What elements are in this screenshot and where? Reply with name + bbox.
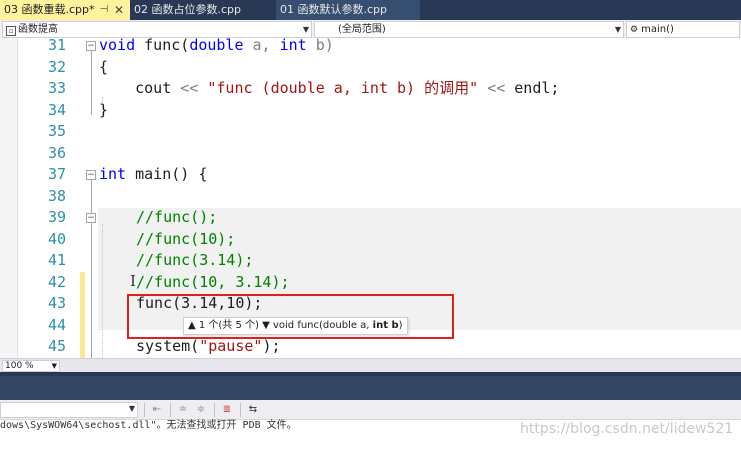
code-line: 45 system("pause");	[0, 336, 741, 358]
toolbar-separator	[170, 403, 171, 417]
line-number: 43	[47, 294, 66, 312]
go-previous-icon[interactable]: ≐	[176, 403, 190, 417]
line-number: 45	[47, 337, 66, 355]
line-number: 39	[47, 208, 66, 226]
tab-placeholder-params[interactable]: 02 函数占位参数.cpp	[130, 0, 272, 20]
annotation-highlight-box	[127, 294, 454, 339]
line-code: void func(double a, int b)	[99, 38, 334, 54]
code-line: 41 //func(3.14);	[0, 250, 741, 272]
text-cursor-icon: I	[130, 272, 136, 290]
code-line: 37 int main() {	[0, 164, 741, 186]
line-code: cout << "func (double a, int b) 的调用" << …	[99, 79, 560, 97]
output-panel-titlebar	[0, 372, 741, 400]
code-editor[interactable]: − − − 31 void func(double a, int b) 32 {…	[0, 38, 741, 358]
line-code: system("pause");	[136, 337, 281, 355]
function-icon: ⚙	[630, 25, 639, 35]
line-code: //func(3.14);	[136, 251, 254, 269]
line-code: {	[99, 57, 109, 76]
line-number: 34	[47, 100, 66, 119]
line-code: //func(10, 3.14);	[136, 272, 290, 291]
editor-status-strip: 100 % ▼	[0, 358, 741, 372]
project-label: 函数提高	[18, 24, 58, 35]
tab-default-params[interactable]: 01 函数默认参数.cpp	[276, 0, 420, 20]
chevron-down-icon: ▼	[302, 25, 309, 34]
code-line: 42 //func(10, 3.14);	[0, 272, 741, 294]
scope-dropdown[interactable]: (全局范围) ▼	[314, 21, 624, 38]
code-line: 38	[0, 186, 741, 208]
output-line: dows\SysWOW64\sechost.dll"。无法查找或打开 PDB 文…	[0, 420, 297, 431]
clear-all-icon[interactable]: ≣	[220, 403, 234, 417]
code-line: 39 //func();	[0, 207, 741, 229]
line-code: //func(10);	[136, 229, 236, 248]
scope-label: (全局范围)	[338, 24, 386, 35]
find-previous-icon[interactable]: ⇤	[150, 403, 164, 417]
code-line: 35	[0, 121, 741, 143]
output-text-area[interactable]: dows\SysWOW64\sechost.dll"。无法查找或打开 PDB 文…	[0, 420, 741, 450]
member-label: main()	[641, 24, 674, 35]
code-line: 40 //func(10);	[0, 229, 741, 251]
pin-icon[interactable]: ⊣	[97, 0, 111, 20]
project-icon: ▫	[6, 26, 16, 36]
tab-label: 03 函数重载.cpp*	[4, 3, 95, 16]
line-number: 42	[47, 272, 66, 291]
line-number: 36	[47, 143, 66, 162]
line-number: 32	[47, 57, 66, 76]
line-number: 38	[47, 186, 66, 205]
watermark-text: https://blog.csdn.net/lidew521	[520, 421, 734, 437]
code-line: 36	[0, 143, 741, 165]
line-code: //func();	[136, 208, 218, 226]
tab-label: 02 函数占位参数.cpp	[134, 3, 242, 16]
toolbar-separator	[240, 403, 241, 417]
line-number: 35	[47, 122, 66, 140]
line-number: 37	[47, 165, 66, 183]
chevron-down-icon: ▼	[51, 362, 57, 370]
tab-label: 01 函数默认参数.cpp	[280, 3, 388, 16]
chevron-down-icon: ▼	[614, 25, 621, 34]
close-icon[interactable]: ✕	[112, 0, 126, 20]
line-number: 31	[47, 38, 66, 54]
document-tab-strip: 03 函数重载.cpp* ⊣ ✕ 02 函数占位参数.cpp 01 函数默认参数…	[0, 0, 741, 20]
project-dropdown[interactable]: ▫ 函数提高 ▼	[2, 21, 312, 38]
member-dropdown[interactable]: ⚙ main()	[626, 21, 740, 38]
line-number: 41	[47, 251, 66, 269]
chevron-down-icon: ▼	[128, 404, 135, 413]
line-code: }	[99, 100, 109, 119]
zoom-dropdown[interactable]: 100 % ▼	[2, 360, 60, 372]
word-wrap-icon[interactable]: ⇆	[246, 403, 260, 417]
line-number: 40	[47, 229, 66, 248]
code-line: 32 {	[0, 57, 741, 79]
tab-function-overload[interactable]: 03 函数重载.cpp* ⊣ ✕	[0, 0, 130, 20]
line-code: int main() {	[99, 165, 208, 183]
navigation-bar: ▫ 函数提高 ▼ (全局范围) ▼ ⚙ main()	[0, 20, 741, 40]
line-number: 33	[47, 79, 66, 97]
toolbar-separator	[144, 403, 145, 417]
code-line: 34 }	[0, 100, 741, 122]
toolbar-separator	[214, 403, 215, 417]
code-line: 31 void func(double a, int b)	[0, 38, 741, 57]
line-number: 44	[47, 315, 66, 334]
zoom-level: 100 %	[5, 361, 34, 371]
go-next-icon[interactable]: ≑	[194, 403, 208, 417]
code-line: 33 cout << "func (double a, int b) 的调用" …	[0, 78, 741, 100]
